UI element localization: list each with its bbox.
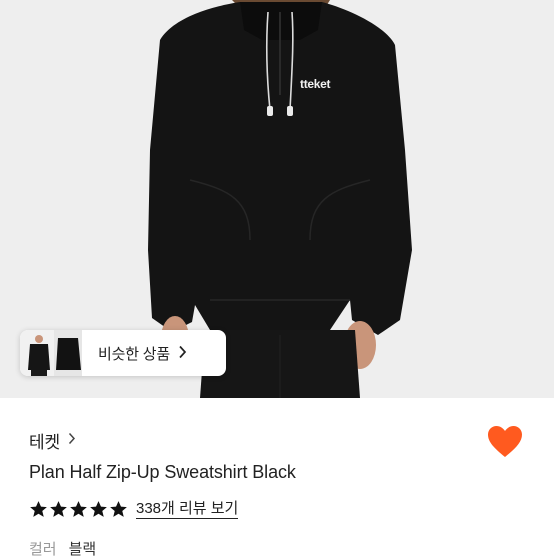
similar-thumbnail	[54, 330, 82, 376]
brand-link[interactable]: 테켓	[29, 428, 76, 453]
heart-icon[interactable]	[486, 424, 526, 462]
star-rating	[29, 500, 128, 519]
star-icon	[30, 501, 47, 517]
option-label: 컬러	[29, 541, 57, 558]
product-title: Plan Half Zip-Up Sweatshirt Black	[29, 462, 296, 482]
star-icon	[50, 501, 67, 517]
chevron-right-icon	[178, 345, 187, 362]
reviews-link[interactable]: 338개 리뷰 보기	[136, 500, 239, 519]
chevron-right-icon	[68, 432, 76, 449]
similar-products-label: 비슷한 상품	[98, 343, 187, 364]
rating-row: 338개 리뷰 보기	[29, 500, 239, 519]
brand-name: 테켓	[29, 433, 60, 452]
star-icon	[90, 501, 107, 517]
star-icon	[110, 501, 127, 517]
chest-logo: tteket	[300, 77, 331, 91]
color-option: 컬러 블랙	[29, 538, 96, 559]
similar-products-button[interactable]: 비슷한 상품	[20, 330, 226, 376]
similar-thumbnail	[20, 330, 54, 376]
star-icon	[70, 501, 87, 517]
option-value: 블랙	[68, 541, 97, 558]
